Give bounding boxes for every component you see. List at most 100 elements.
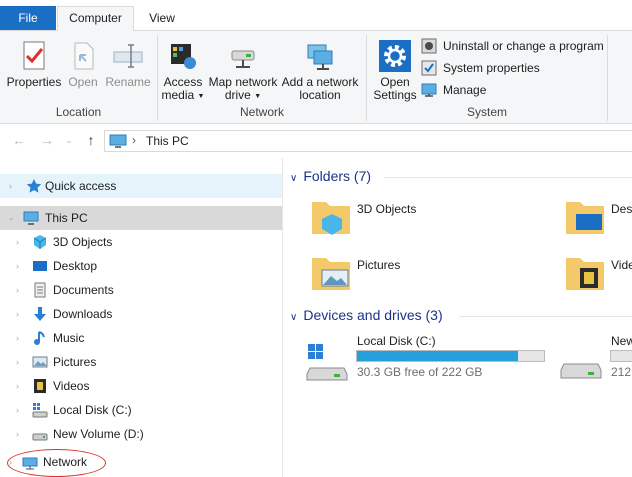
devices-header-label: Devices and drives (3)	[303, 307, 443, 323]
properties-button[interactable]: Properties	[6, 39, 62, 89]
address-bar[interactable]: › This PC	[104, 130, 632, 152]
nav-item-videos[interactable]: › Videos	[0, 374, 282, 398]
nav-label: Downloads	[53, 307, 113, 321]
ribbon-tab-bar: File Computer View	[0, 0, 632, 31]
windows-drive-icon	[32, 403, 48, 418]
open-button[interactable]: Open	[64, 39, 102, 89]
properties-label: Properties	[6, 75, 62, 89]
address-bar-row: ← → ⌄ ↑ › This PC	[0, 124, 632, 158]
network-drive-icon	[231, 50, 255, 68]
nav-item-music[interactable]: › Music	[0, 326, 282, 350]
uninstall-program-button[interactable]: Uninstall or change a program	[421, 37, 604, 55]
access-media-button[interactable]: Access media ▼	[161, 39, 205, 103]
ribbon: Properties Open Rename Location Access m…	[0, 30, 632, 124]
rename-button[interactable]: Rename	[104, 39, 152, 89]
collapse-chevron-icon[interactable]: ∨	[290, 173, 297, 184]
open-settings-label-2: Settings	[373, 88, 417, 102]
breadcrumb-chevron-icon[interactable]: ›	[132, 133, 136, 147]
nav-label: Videos	[53, 379, 90, 393]
section-divider	[384, 177, 632, 178]
nav-item-downloads[interactable]: › Downloads	[0, 302, 282, 326]
nav-label: Desktop	[53, 259, 98, 273]
music-note-icon	[34, 331, 45, 345]
expand-chevron-icon[interactable]: ›	[16, 398, 19, 422]
expand-chevron-icon[interactable]: ›	[16, 230, 19, 254]
back-arrow-icon[interactable]: ←	[10, 132, 28, 148]
expand-chevron-icon[interactable]: ›	[16, 302, 19, 326]
download-arrow-icon	[34, 307, 46, 321]
highlight-circle	[7, 449, 106, 477]
map-network-drive-button[interactable]: Map network drive ▼	[207, 39, 279, 103]
drive-free-space: 212	[611, 365, 632, 379]
manage-icon	[421, 83, 437, 97]
breadcrumb-this-pc[interactable]: This PC	[146, 134, 189, 148]
add-location-label-1: Add a network	[281, 75, 359, 89]
folder-label: Vide	[611, 258, 632, 272]
windows-drive-icon	[306, 344, 348, 381]
uninstall-label: Uninstall or change a program	[443, 39, 604, 53]
this-pc-icon	[23, 211, 39, 225]
pictures-folder-icon	[312, 258, 350, 290]
collapse-chevron-icon[interactable]: ⌄	[8, 206, 15, 230]
expand-chevron-icon[interactable]: ›	[16, 278, 19, 302]
cube-icon	[33, 235, 47, 249]
expand-chevron-icon[interactable]: ›	[16, 374, 19, 398]
navigation-pane: › Quick access ⌄ This PC › 3D Objects › …	[0, 158, 283, 477]
dropdown-caret-icon: ▼	[197, 93, 205, 100]
expand-chevron-icon[interactable]: ›	[16, 422, 19, 446]
drive-name: New	[611, 334, 632, 348]
access-media-label-2: media	[161, 88, 195, 102]
nav-item-desktop[interactable]: › Desktop	[0, 254, 282, 278]
drive-icon	[32, 433, 48, 441]
drive-icon	[560, 363, 602, 379]
section-divider	[459, 316, 632, 317]
devices-section-header[interactable]: ∨ Devices and drives (3)	[290, 307, 443, 323]
nav-label: Documents	[53, 283, 114, 297]
tab-computer[interactable]: Computer	[57, 6, 134, 31]
nav-label: Local Disk (C:)	[53, 403, 132, 417]
manage-button[interactable]: Manage	[421, 81, 486, 99]
drive-name: Local Disk (C:)	[357, 334, 436, 348]
nav-item-quick-access[interactable]: › Quick access	[0, 174, 282, 198]
forward-arrow-icon[interactable]: →	[38, 132, 56, 148]
this-pc-icon	[109, 134, 127, 148]
nav-item-pictures[interactable]: › Pictures	[0, 350, 282, 374]
folder-label: 3D Objects	[357, 202, 417, 216]
nav-label: Quick access	[45, 179, 117, 193]
nav-item-3d-objects[interactable]: › 3D Objects	[0, 230, 282, 254]
rename-label: Rename	[105, 75, 151, 89]
add-network-location-button[interactable]: Add a network location	[281, 39, 359, 102]
tab-view[interactable]: View	[137, 6, 187, 30]
nav-item-documents[interactable]: › Documents	[0, 278, 282, 302]
expand-chevron-icon[interactable]: ›	[16, 326, 19, 350]
folders-section-header[interactable]: ∨ Folders (7)	[290, 168, 371, 184]
drive-usage-bar	[610, 350, 632, 362]
expand-chevron-icon[interactable]: ›	[16, 350, 19, 374]
expand-chevron-icon[interactable]: ›	[16, 254, 19, 278]
folder-label: Desk	[611, 202, 632, 216]
drive-free-space: 30.3 GB free of 222 GB	[357, 365, 483, 379]
tab-file[interactable]: File	[0, 6, 56, 30]
pictures-icon	[32, 356, 48, 368]
collapse-chevron-icon[interactable]: ∨	[290, 312, 297, 323]
ribbon-divider	[607, 35, 608, 121]
desktop-icon	[33, 261, 47, 271]
system-properties-button[interactable]: System properties	[421, 59, 540, 77]
nav-item-this-pc[interactable]: ⌄ This PC	[0, 206, 282, 230]
add-location-label-2: location	[299, 88, 341, 102]
videos-folder-icon	[566, 258, 604, 290]
expand-chevron-icon[interactable]: ›	[9, 174, 12, 198]
open-settings-button[interactable]: Open Settings	[370, 39, 420, 102]
gear-icon	[379, 40, 411, 72]
up-arrow-icon[interactable]: ↑	[82, 132, 100, 148]
nav-item-local-disk-c[interactable]: › Local Disk (C:)	[0, 398, 282, 422]
access-media-label-1: Access	[163, 75, 203, 89]
nav-label: Music	[53, 331, 85, 345]
uninstall-icon	[421, 38, 437, 54]
open-label: Open	[68, 75, 98, 89]
recent-locations-chevron-icon[interactable]: ⌄	[60, 135, 78, 146]
nav-item-new-volume-d[interactable]: › New Volume (D:)	[0, 422, 282, 446]
group-label-system: System	[466, 105, 507, 119]
star-icon	[26, 179, 42, 193]
drive-usage-bar	[356, 350, 545, 362]
